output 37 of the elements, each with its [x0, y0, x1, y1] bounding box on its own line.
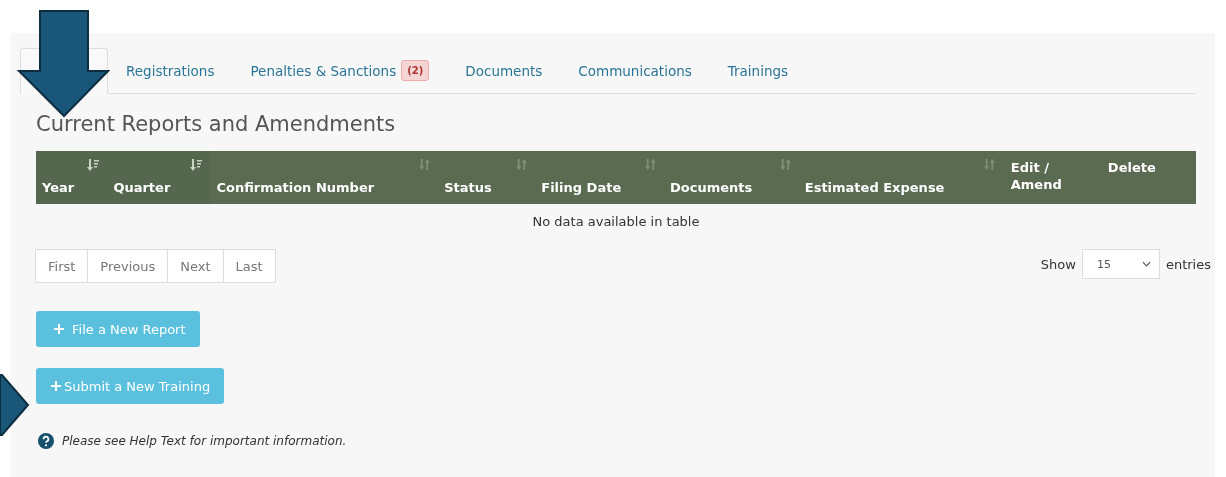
sort-icon[interactable]	[190, 159, 203, 171]
plus-icon	[51, 381, 61, 391]
help-text: Please see Help Text for important information.	[62, 434, 347, 448]
column-header: Estimated Expense	[804, 179, 945, 196]
plus-icon	[54, 324, 64, 334]
help-icon[interactable]	[38, 433, 54, 449]
sort-icon[interactable]	[419, 159, 431, 170]
tab[interactable]: Trainings	[709, 48, 807, 93]
sort-icon[interactable]	[516, 159, 528, 170]
arrow-icon	[0, 374, 30, 436]
pagination-button[interactable]: Last	[222, 249, 276, 283]
tab[interactable]: Documents	[447, 48, 561, 93]
tab[interactable]: Penalties & Sanctions (2)	[232, 48, 448, 93]
sort-icon[interactable]	[87, 159, 100, 171]
sort-icon[interactable]	[983, 159, 995, 170]
chevron-icon	[1141, 261, 1151, 267]
count-badge: (2)	[401, 60, 430, 81]
section-heading: Current Reports and Amendments	[36, 112, 397, 138]
column-header: Filing Date	[541, 179, 622, 196]
column-header: Quarter	[113, 179, 171, 196]
pagination-button[interactable]: First	[35, 249, 89, 283]
tab[interactable]: Communications	[560, 48, 710, 93]
column-header: Documents	[670, 179, 753, 196]
tab[interactable]: Registrations	[108, 48, 233, 93]
entries-label: entries	[1165, 256, 1211, 272]
pagination-button[interactable]: Previous	[87, 249, 169, 283]
column-header: Status	[444, 179, 492, 196]
column-header: Year	[42, 179, 75, 196]
entries-select[interactable]: 15	[1081, 249, 1160, 279]
sort-icon[interactable]	[779, 159, 791, 170]
column-header: Confirmation Number	[216, 179, 375, 196]
column-header: Delete	[1107, 159, 1156, 176]
sort-icon[interactable]	[645, 159, 657, 170]
show-label: Show	[1040, 256, 1076, 272]
pagination-button[interactable]: Next	[167, 249, 224, 283]
column-header: Edit / Amend	[1010, 159, 1063, 193]
empty-message: No data available in table	[532, 213, 700, 229]
